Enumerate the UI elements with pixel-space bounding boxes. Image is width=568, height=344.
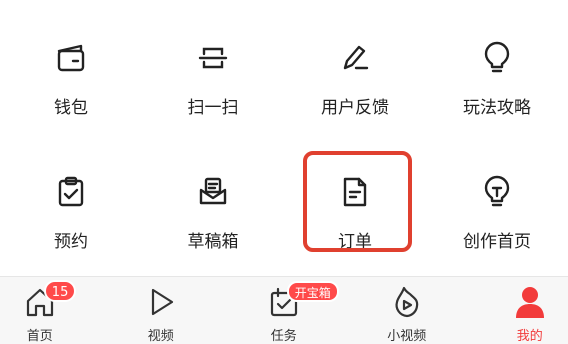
tab-tasks[interactable]: 开宝箱 任务 [227,277,341,344]
creator-bulb-icon [477,174,517,209]
grid-item-drafts[interactable]: 草稿箱 [142,152,284,252]
grid-item-label: 草稿箱 [187,232,239,252]
tab-label: 视频 [147,329,174,344]
home-notification-badge: 15 [43,280,77,302]
tab-me[interactable]: 我的 [473,277,568,344]
treasure-chest-badge: 开宝箱 [286,281,339,302]
grid-item-label: 钱包 [54,98,88,118]
grid-item-feedback[interactable]: 用户反馈 [284,18,426,118]
tab-label: 小视频 [387,329,427,344]
grid-item-scan[interactable]: 扫一扫 [142,18,284,118]
feedback-pen-icon [335,40,375,75]
tab-home[interactable]: 15 首页 [0,277,97,344]
tab-label: 任务 [270,329,297,344]
grid-item-reservation[interactable]: 预约 [0,152,142,252]
grid-item-label: 订单 [338,232,372,252]
grid-item-creator-home[interactable]: 创作首页 [426,152,568,252]
tab-short-video[interactable]: 小视频 [350,277,464,344]
bottom-tab-bar: 15 首页 视频 开宝箱 任务 小视频 我的 [0,277,568,344]
order-document-icon [335,174,375,209]
grid-item-label: 预约 [54,232,88,252]
grid-item-wallet[interactable]: 钱包 [0,18,142,118]
home-icon: 15 [21,280,77,321]
tab-label: 首页 [26,329,53,344]
tab-video[interactable]: 视频 [104,277,218,344]
grid-item-guide[interactable]: 玩法攻略 [426,18,568,118]
feature-grid: 钱包 扫一扫 用户反馈 玩法攻略 预约 草稿箱 订单 创作首页 [0,0,568,276]
task-icon: 开宝箱 [265,281,339,321]
play-icon [142,283,180,321]
grid-item-label: 玩法攻略 [463,98,531,118]
flame-play-icon [388,283,426,321]
wallet-icon [51,40,91,75]
clipboard-check-icon [51,174,91,209]
grid-item-label: 创作首页 [463,232,531,252]
grid-item-label: 用户反馈 [321,98,389,118]
grid-item-label: 扫一扫 [187,98,239,118]
draft-inbox-icon [193,174,233,209]
grid-item-orders[interactable]: 订单 [284,152,426,252]
lightbulb-icon [477,40,517,75]
user-icon [511,283,549,321]
tab-label: 我的 [516,329,543,344]
scan-icon [193,40,233,75]
